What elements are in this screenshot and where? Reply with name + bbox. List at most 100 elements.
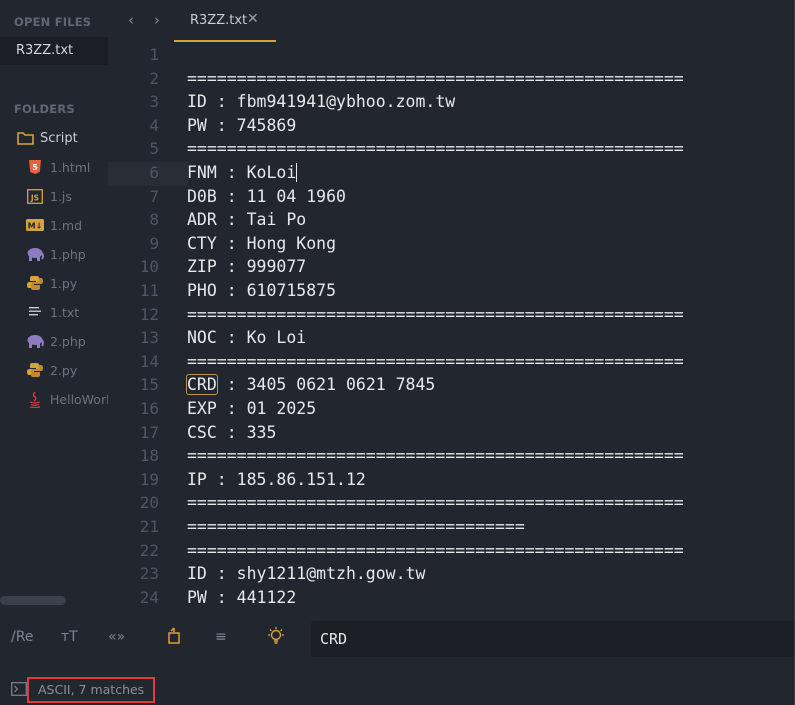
folder-label: Script — [40, 130, 78, 146]
line-number: 4 — [149, 115, 159, 135]
line-number: 6 — [149, 163, 159, 182]
code-line[interactable]: 22 ======================================… — [108, 540, 795, 564]
line-text: ========================================… — [187, 304, 684, 324]
regex-toggle[interactable]: /Re — [11, 629, 33, 645]
file-label: 1.js — [50, 188, 72, 204]
file-item-1-py[interactable]: 1.py — [26, 272, 77, 294]
back-arrow-icon[interactable]: ‹ — [128, 11, 134, 29]
code-line[interactable]: 7 D0B : 11 04 1960 — [108, 186, 795, 210]
file-label: 1.php — [50, 246, 86, 262]
file-item-helloworld[interactable]: HelloWorl — [26, 388, 110, 410]
line-number: 20 — [139, 493, 159, 513]
code-line[interactable]: 2 =======================================… — [108, 68, 795, 92]
code-line[interactable]: 18 ======================================… — [108, 445, 795, 469]
line-text: CSC : 335 — [187, 422, 277, 442]
code-line[interactable]: 14 ======================================… — [108, 351, 795, 375]
code-line[interactable]: 5 =======================================… — [108, 138, 795, 162]
code-line[interactable]: 10 ZIP : 999077 — [108, 256, 795, 280]
file-label: 1.txt — [50, 304, 80, 320]
php-elephant-icon — [26, 246, 44, 262]
line-number: 1 — [149, 45, 159, 64]
wrap-icon[interactable] — [166, 627, 182, 649]
line-number: 11 — [139, 281, 159, 300]
folders-title: FOLDERS — [14, 102, 75, 116]
code-line[interactable]: 16 EXP : 01 2025 — [108, 398, 795, 422]
line-text: ========================================… — [187, 351, 684, 371]
file-label: HelloWorl — [50, 391, 110, 407]
code-line[interactable]: 15 CRD : 3405 0621 0621 7845 — [108, 374, 795, 398]
line-text: ADR : Tai Po — [187, 210, 307, 230]
text-segment: : 3405 0621 0621 7845 — [216, 375, 436, 395]
file-item-2-py[interactable]: 2.py — [26, 359, 77, 381]
file-item-1-md[interactable]: M↓ 1.md — [26, 214, 82, 236]
find-bar: /Re тT «» ≡ CRD — [0, 612, 795, 668]
line-text: IP : 185.86.151.12 — [187, 469, 366, 489]
close-icon[interactable]: ✕ — [247, 11, 259, 27]
code-line[interactable]: 3 ID : fbm941941@ybhoo.zom.tw — [108, 91, 795, 115]
status-highlight-box: ASCII, 7 matches — [27, 677, 155, 703]
line-number: 19 — [139, 469, 159, 489]
code-line[interactable]: 6 FNM : KoLoi — [108, 162, 795, 186]
file-item-1-php[interactable]: 1.php — [26, 243, 86, 265]
code-line[interactable]: 12 ======================================… — [108, 304, 795, 328]
search-match: CRD — [186, 374, 218, 396]
svg-text:JS: JS — [30, 193, 39, 202]
sidebar: OPEN FILES R3ZZ.txt FOLDERS Script 5 1.h… — [0, 0, 110, 612]
file-label: 2.py — [50, 362, 78, 378]
file-item-2-php[interactable]: 2.php — [26, 330, 86, 352]
line-number: 18 — [139, 446, 159, 466]
terminal-icon[interactable] — [11, 681, 27, 700]
line-text: PW : 441122 — [187, 587, 297, 607]
line-number: 21 — [139, 517, 159, 536]
line-number: 12 — [139, 304, 159, 324]
file-label: 2.php — [50, 333, 86, 349]
tab-bar: ‹ › R3ZZ.txt ✕ — [108, 0, 795, 42]
line-text: ID : fbm941941@ybhoo.zom.tw — [187, 92, 456, 112]
line-number: 7 — [149, 186, 159, 206]
file-item-1-txt[interactable]: 1.txt — [26, 301, 79, 323]
code-line[interactable]: 19 IP : 185.86.151.12 — [108, 469, 795, 493]
line-text: CTY : Hong Kong — [187, 233, 337, 253]
code-line[interactable]: 21 ================================== — [108, 516, 795, 540]
find-input[interactable]: CRD — [311, 621, 795, 657]
code-line[interactable]: 11 PHO : 610715875 — [108, 280, 795, 304]
line-text: EXP : 01 2025 — [187, 399, 317, 418]
code-line[interactable]: 17 CSC : 335 — [108, 422, 795, 446]
code-line[interactable]: 4 PW : 745869 — [108, 115, 795, 139]
line-number: 22 — [139, 540, 159, 560]
in-selection-toggle[interactable]: ≡ — [215, 629, 227, 645]
code-line[interactable]: 1 — [108, 44, 795, 68]
file-item-1-js[interactable]: JS 1.js — [26, 185, 72, 207]
open-file-label: R3ZZ.txt — [16, 43, 74, 58]
bulb-icon[interactable] — [265, 626, 287, 650]
code-line[interactable]: 20 ======================================… — [108, 492, 795, 516]
sidebar-scrollbar[interactable] — [0, 596, 66, 605]
line-text: CRD : 3405 0621 0621 7845 — [186, 374, 436, 396]
code-line[interactable]: 24 PW : 441122 — [108, 587, 795, 611]
line-text: ========================================… — [187, 68, 684, 88]
folder-script[interactable]: Script — [16, 127, 78, 149]
line-number: 23 — [139, 564, 159, 584]
forward-arrow-icon[interactable]: › — [154, 11, 160, 29]
text-file-icon — [26, 304, 44, 320]
python-icon — [26, 362, 44, 378]
tab-r3zz-txt[interactable]: R3ZZ.txt ✕ — [174, 0, 276, 42]
code-line[interactable]: 8 ADR : Tai Po — [108, 209, 795, 233]
line-number: 3 — [149, 92, 159, 112]
case-sensitive-toggle[interactable]: тT — [61, 629, 78, 645]
open-file-item[interactable]: R3ZZ.txt — [0, 37, 108, 65]
line-number: 5 — [149, 139, 159, 159]
open-files-title: OPEN FILES — [14, 15, 92, 29]
line-text: ========================================… — [187, 446, 684, 466]
php-elephant-icon — [26, 333, 44, 349]
line-number: 10 — [139, 257, 159, 277]
line-number: 14 — [139, 351, 159, 371]
code-line[interactable]: 9 CTY : Hong Kong — [108, 233, 795, 257]
line-number: 9 — [149, 233, 159, 253]
code-line[interactable]: 13 NOC : Ko Loi — [108, 327, 795, 351]
code-editor[interactable]: 1 2 ======================================… — [108, 42, 795, 612]
status-text: ASCII, 7 matches — [38, 682, 145, 697]
code-line[interactable]: 23 ID : shy1211@mtzh.gow.tw — [108, 563, 795, 587]
whole-word-toggle[interactable]: «» — [108, 629, 125, 645]
file-item-1-html[interactable]: 5 1.html — [26, 156, 90, 178]
